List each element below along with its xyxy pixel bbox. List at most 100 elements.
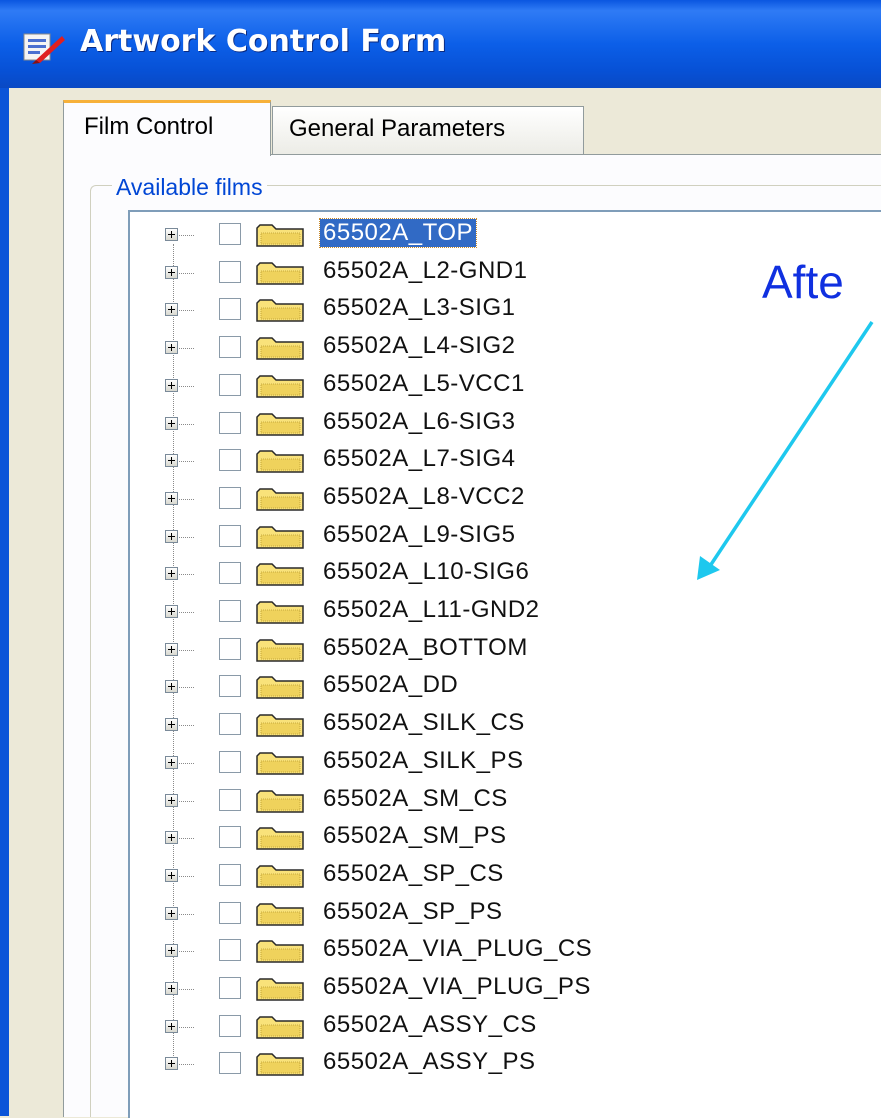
film-label[interactable]: 65502A_ASSY_PS bbox=[320, 1048, 539, 1076]
tree-item[interactable]: 65502A_L5-VCC1 bbox=[160, 368, 760, 404]
plus-expander-icon[interactable] bbox=[165, 868, 178, 882]
tab-general-parameters[interactable]: General Parameters bbox=[272, 106, 584, 154]
tree-connector bbox=[179, 1026, 194, 1028]
tree-item[interactable]: 65502A_L6-SIG3 bbox=[160, 406, 760, 442]
tree-item[interactable]: 65502A_L9-SIG5 bbox=[160, 519, 760, 555]
film-checkbox[interactable] bbox=[219, 826, 241, 849]
film-checkbox[interactable] bbox=[219, 1052, 241, 1075]
folder-icon bbox=[256, 261, 304, 285]
tree-item[interactable]: 65502A_VIA_PLUG_PS bbox=[160, 971, 760, 1007]
film-checkbox[interactable] bbox=[219, 750, 241, 773]
tree-item[interactable]: 65502A_L11-GND2 bbox=[160, 594, 760, 630]
tree-item[interactable]: 65502A_SM_PS bbox=[160, 820, 760, 856]
plus-expander-icon[interactable] bbox=[165, 1057, 178, 1071]
tree-item[interactable]: 65502A_L4-SIG2 bbox=[160, 330, 760, 366]
plus-expander-icon[interactable] bbox=[165, 793, 178, 807]
tab-label: Film Control bbox=[84, 113, 214, 140]
tree-item[interactable]: 65502A_L2-GND1 bbox=[160, 255, 760, 291]
film-label[interactable]: 65502A_L9-SIG5 bbox=[320, 521, 518, 549]
film-label[interactable]: 65502A_L2-GND1 bbox=[320, 257, 530, 285]
film-label[interactable]: 65502A_L11-GND2 bbox=[320, 596, 543, 624]
film-label[interactable]: 65502A_SM_PS bbox=[320, 822, 509, 850]
film-checkbox[interactable] bbox=[219, 449, 241, 472]
plus-expander-icon[interactable] bbox=[165, 567, 178, 581]
plus-expander-icon[interactable] bbox=[165, 944, 178, 958]
plus-expander-icon[interactable] bbox=[165, 680, 178, 694]
film-checkbox[interactable] bbox=[219, 788, 241, 811]
film-checkbox[interactable] bbox=[219, 524, 241, 547]
film-label[interactable]: 65502A_DD bbox=[320, 671, 461, 699]
film-label[interactable]: 65502A_L3-SIG1 bbox=[320, 294, 518, 322]
film-label[interactable]: 65502A_VIA_PLUG_PS bbox=[320, 973, 594, 1001]
film-label[interactable]: 65502A_L10-SIG6 bbox=[320, 558, 532, 586]
tree-item[interactable]: 65502A_SP_PS bbox=[160, 896, 760, 932]
film-checkbox[interactable] bbox=[219, 863, 241, 886]
film-label[interactable]: 65502A_L6-SIG3 bbox=[320, 408, 518, 436]
plus-expander-icon[interactable] bbox=[165, 378, 178, 392]
film-label[interactable]: 65502A_L5-VCC1 bbox=[320, 370, 528, 398]
tree-item[interactable]: 65502A_VIA_PLUG_CS bbox=[160, 933, 760, 969]
plus-expander-icon[interactable] bbox=[165, 831, 178, 845]
film-label[interactable]: 65502A_SP_PS bbox=[320, 898, 505, 926]
tree-item[interactable]: 65502A_ASSY_PS bbox=[160, 1046, 760, 1082]
tree-item[interactable]: 65502A_ASSY_CS bbox=[160, 1009, 760, 1045]
tree-item[interactable]: 65502A_TOP bbox=[160, 217, 760, 253]
plus-expander-icon[interactable] bbox=[165, 416, 178, 430]
film-label[interactable]: 65502A_SP_CS bbox=[320, 860, 507, 888]
film-label[interactable]: 65502A_SILK_CS bbox=[320, 709, 528, 737]
film-checkbox[interactable] bbox=[219, 1014, 241, 1037]
tree-item[interactable]: 65502A_SM_CS bbox=[160, 783, 760, 819]
tree-item[interactable]: 65502A_SP_CS bbox=[160, 858, 760, 894]
film-label[interactable]: 65502A_L8-VCC2 bbox=[320, 483, 528, 511]
plus-expander-icon[interactable] bbox=[165, 1019, 178, 1033]
film-label[interactable]: 65502A_SILK_PS bbox=[320, 747, 527, 775]
plus-expander-icon[interactable] bbox=[165, 718, 178, 732]
film-checkbox[interactable] bbox=[219, 901, 241, 924]
film-checkbox[interactable] bbox=[219, 336, 241, 359]
plus-expander-icon[interactable] bbox=[165, 228, 178, 241]
plus-expander-icon[interactable] bbox=[165, 454, 178, 468]
plus-expander-icon[interactable] bbox=[165, 529, 178, 543]
tree-item[interactable]: 65502A_BOTTOM bbox=[160, 632, 760, 668]
film-label[interactable]: 65502A_ASSY_CS bbox=[320, 1011, 540, 1039]
film-checkbox[interactable] bbox=[219, 298, 241, 321]
plus-expander-icon[interactable] bbox=[165, 642, 178, 656]
film-checkbox[interactable] bbox=[219, 713, 241, 736]
plus-expander-icon[interactable] bbox=[165, 341, 178, 355]
film-label[interactable]: 65502A_L7-SIG4 bbox=[320, 445, 518, 473]
film-checkbox[interactable] bbox=[219, 411, 241, 434]
title-bar[interactable]: Artwork Control Form bbox=[0, 0, 881, 88]
tree-connector bbox=[179, 310, 194, 312]
film-checkbox[interactable] bbox=[219, 373, 241, 396]
film-label[interactable]: 65502A_VIA_PLUG_CS bbox=[320, 935, 595, 963]
plus-expander-icon[interactable] bbox=[165, 906, 178, 920]
plus-expander-icon[interactable] bbox=[165, 605, 178, 618]
tree-item[interactable]: 65502A_L10-SIG6 bbox=[160, 556, 760, 592]
film-label[interactable]: 65502A_L4-SIG2 bbox=[320, 332, 518, 360]
film-label[interactable]: 65502A_TOP bbox=[319, 218, 477, 248]
plus-expander-icon[interactable] bbox=[165, 491, 178, 505]
tree-item[interactable]: 65502A_SILK_PS bbox=[160, 745, 760, 781]
tree-item[interactable]: 65502A_L7-SIG4 bbox=[160, 443, 760, 479]
plus-expander-icon[interactable] bbox=[165, 265, 178, 279]
film-checkbox[interactable] bbox=[219, 600, 241, 622]
plus-expander-icon[interactable] bbox=[165, 303, 178, 317]
film-checkbox[interactable] bbox=[219, 675, 241, 698]
film-checkbox[interactable] bbox=[219, 637, 241, 660]
film-checkbox[interactable] bbox=[219, 260, 241, 283]
plus-expander-icon[interactable] bbox=[165, 755, 178, 769]
tree-item[interactable]: 65502A_L8-VCC2 bbox=[160, 481, 760, 517]
film-checkbox[interactable] bbox=[219, 223, 241, 245]
film-checkbox[interactable] bbox=[219, 562, 241, 585]
film-label[interactable]: 65502A_SM_CS bbox=[320, 785, 511, 813]
film-checkbox[interactable] bbox=[219, 977, 241, 999]
tree-item[interactable]: 65502A_L3-SIG1 bbox=[160, 292, 760, 328]
tree-item[interactable]: 65502A_SILK_CS bbox=[160, 707, 760, 743]
film-label[interactable]: 65502A_BOTTOM bbox=[320, 634, 531, 662]
plus-expander-icon[interactable] bbox=[165, 982, 178, 995]
window-frame bbox=[0, 88, 9, 1116]
tree-item[interactable]: 65502A_DD bbox=[160, 669, 760, 705]
film-checkbox[interactable] bbox=[219, 486, 241, 509]
tab-film-control[interactable]: Film Control bbox=[63, 100, 271, 156]
film-checkbox[interactable] bbox=[219, 939, 241, 962]
